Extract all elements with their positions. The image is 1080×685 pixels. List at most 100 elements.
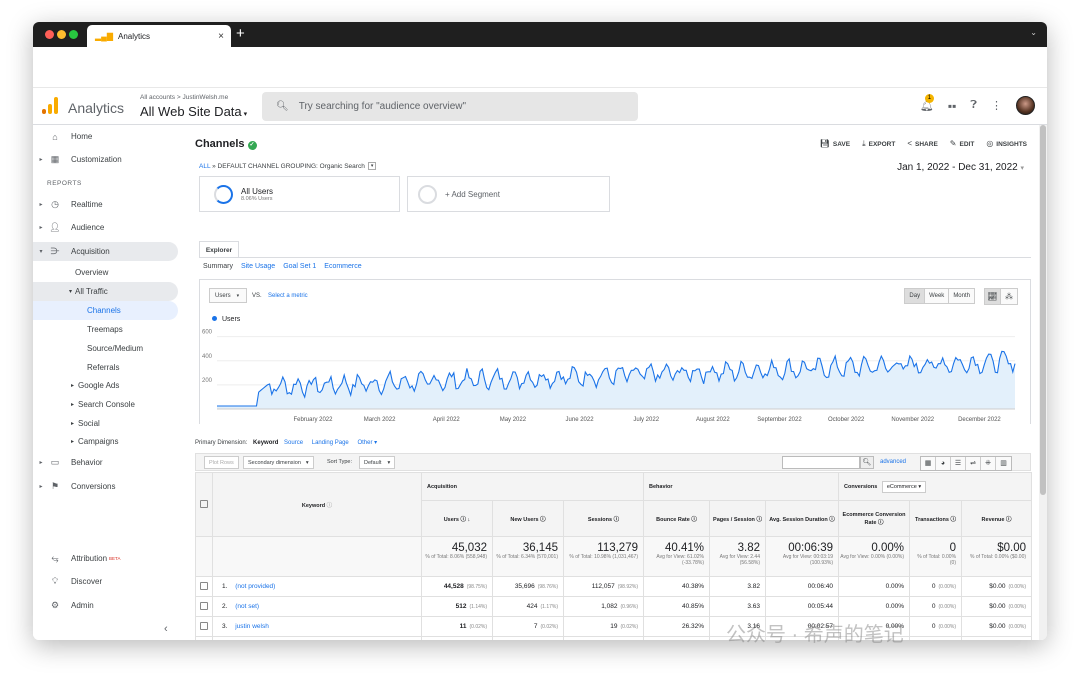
sidebar-item-overview[interactable]: Overview (75, 263, 108, 282)
select-all-checkbox[interactable] (200, 499, 208, 508)
sidebar-item-referrals[interactable]: Referrals (87, 358, 119, 377)
dimension-source[interactable]: Source (284, 440, 303, 446)
dimension-other[interactable]: Other ▾ (357, 440, 377, 446)
keyword-link[interactable]: https://www.justinwelsh.me/the-operating… (222, 640, 394, 641)
breadcrumb-dropdown-icon[interactable]: ▾ (367, 162, 377, 170)
segment-all-users[interactable]: All Users 8.06% Users (199, 176, 400, 212)
property-selector[interactable]: All Web Site Data ▾ (140, 104, 247, 119)
col-bounce-rate[interactable]: Bounce Rate ⓘ (643, 500, 710, 537)
notifications-bell-icon[interactable]: 🔔︎ 1 (920, 94, 934, 112)
browser-tab[interactable]: ▂▄▇ Analytics × (87, 25, 231, 47)
conversion-type-select[interactable]: eCommerce ▾ (881, 480, 927, 493)
new-tab-button[interactable]: + (236, 25, 245, 43)
keyword-link[interactable]: (not provided) (235, 583, 275, 590)
page-scrollbar[interactable] (1039, 125, 1047, 640)
col-users[interactable]: Users ⓘ ↓ (421, 500, 493, 537)
sidebar-item-admin[interactable]: ⚙ Admin (33, 596, 94, 615)
account-breadcrumb[interactable]: All accounts > JustinWelsh.me (140, 94, 228, 101)
col-pages-session[interactable]: Pages / Session ⓘ (709, 500, 766, 537)
metric-select[interactable]: Users ▾ (209, 288, 247, 303)
sidebar-item-search-console[interactable]: ▸ Search Console (71, 395, 135, 414)
help-icon[interactable]: ❓︎ (970, 99, 977, 112)
sidebar-item-attribution[interactable]: ⥃ Attribution BETA (33, 549, 120, 568)
collapse-sidebar-icon[interactable]: ‹ (164, 623, 168, 635)
sidebar-item-conversions[interactable]: ▸ ⚑ Conversions (33, 477, 115, 496)
month-button[interactable]: Month (949, 289, 974, 303)
subtab-ecommerce[interactable]: Ecommerce (324, 263, 361, 270)
dimension-landing-page[interactable]: Landing Page (312, 440, 349, 446)
sidebar-item-channels[interactable]: Channels (33, 301, 178, 320)
plot-rows-button[interactable]: Plot Rows (204, 456, 239, 469)
bar-view-icon[interactable]: ☰ (951, 457, 966, 470)
col-keyword[interactable]: Keyword ⓘ (212, 472, 422, 537)
sessions-cell: 19 (0.02%) (563, 616, 644, 637)
col-ecommerce-conversion-rate[interactable]: Ecommerce Conversion Rate ⓘ (838, 500, 911, 537)
sidebar-item-realtime[interactable]: ▸ ◷ Realtime (33, 195, 102, 214)
tab-explorer[interactable]: Explorer (199, 241, 239, 258)
sidebar-item-acquisition[interactable]: ▾ ⋺ Acquisition (33, 242, 178, 261)
col-transactions[interactable]: Transactions ⓘ (909, 500, 963, 537)
week-button[interactable]: Week (925, 289, 950, 303)
sidebar-item-treemaps[interactable]: Treemaps (87, 320, 123, 339)
table-search-input[interactable] (782, 456, 860, 469)
subtab-site-usage[interactable]: Site Usage (241, 263, 275, 270)
col-revenue[interactable]: Revenue ⓘ (961, 500, 1033, 537)
table-row[interactable]: 3. justin welsh 11 (0.02%) 7 (0.02%) 19 (0.02%… (195, 616, 1033, 637)
sidebar-item-discover[interactable]: 💡︎ Discover (33, 572, 102, 591)
sidebar-item-google-ads[interactable]: ▸ Google Ads (71, 376, 119, 395)
tab-close-icon[interactable]: × (218, 31, 224, 42)
table-row[interactable]: 1. (not provided) 44,528 (98.75%) 35,696 (98… (195, 576, 1033, 597)
search-input[interactable]: 🔍︎ Try searching for "audience overview" (262, 92, 638, 121)
close-window-icon[interactable] (45, 30, 54, 39)
sidebar-item-source-medium[interactable]: Source/Medium (87, 339, 143, 358)
sidebar-item-customization[interactable]: ▸ ▦ Customization (33, 150, 121, 169)
share-button[interactable]: < SHARE (907, 139, 937, 149)
avatar[interactable] (1016, 96, 1035, 115)
day-button[interactable]: Day (905, 289, 926, 303)
keyword-link[interactable]: (not set) (235, 603, 259, 610)
col-avg-session-duration[interactable]: Avg. Session Duration ⓘ (764, 500, 840, 537)
row-checkbox[interactable] (200, 581, 208, 590)
comparison-view-icon[interactable]: ⇌ (966, 457, 981, 470)
add-segment-button[interactable]: + Add Segment (407, 176, 610, 212)
export-button[interactable]: ⤓ EXPORT (862, 139, 895, 149)
maximize-window-icon[interactable] (69, 30, 78, 39)
users-line-chart: 200 400 600 February 2022 March 2022 April 20… (202, 330, 1016, 423)
save-button[interactable]: 💾︎ SAVE (820, 139, 850, 149)
subtab-summary[interactable]: Summary (203, 263, 233, 270)
col-new-users[interactable]: New Users ⓘ (492, 500, 564, 537)
row-checkbox[interactable] (200, 621, 208, 630)
select-metric-link[interactable]: Select a metric (268, 293, 308, 299)
more-vert-icon[interactable]: ⋮ (991, 99, 1002, 112)
breadcrumb-all-link[interactable]: ALL (199, 163, 210, 170)
sort-type-select[interactable]: Default ▾ (359, 456, 396, 469)
sidebar-item-audience[interactable]: ▸ 👤︎ Audience (33, 218, 104, 237)
motion-chart-icon[interactable]: ⁂ (1001, 289, 1017, 304)
insights-button[interactable]: ◎ INSIGHTS (986, 139, 1027, 149)
term-cloud-icon[interactable]: ⁜ (981, 457, 996, 470)
date-range-picker[interactable]: Jan 1, 2022 - Dec 31, 2022 ▾ (897, 162, 1024, 173)
apps-grid-icon[interactable]: ▪▪ (948, 99, 957, 113)
row-checkbox[interactable] (200, 601, 208, 610)
sidebar-item-campaigns[interactable]: ▸ Campaigns (71, 432, 118, 451)
sidebar-item-social[interactable]: ▸ Social (71, 414, 100, 433)
secondary-dimension-select[interactable]: Secondary dimension ▾ (243, 456, 314, 469)
table-row[interactable]: 2. (not set) 512 (1.14%) 424 (1.17%) 1,082 (0.… (195, 596, 1033, 617)
table-row[interactable]: 4. https://www.justinwelsh.me/the-operat… (195, 636, 1033, 641)
minimize-window-icon[interactable] (57, 30, 66, 39)
sidebar-item-behavior[interactable]: ▸ ▭ Behavior (33, 453, 102, 472)
keyword-link[interactable]: justin welsh (235, 623, 269, 630)
edit-button[interactable]: ✎ EDIT (950, 139, 975, 149)
tab-list-chevron-icon[interactable]: ⌄ (1030, 28, 1037, 37)
dimension-keyword[interactable]: Keyword (253, 440, 278, 446)
line-chart-icon[interactable]: 📈︎ (985, 289, 1001, 304)
col-sessions[interactable]: Sessions ⓘ (563, 500, 644, 537)
pivot-view-icon[interactable]: ▥ (996, 457, 1011, 470)
sidebar-item-all-traffic[interactable]: ▾ All Traffic (33, 282, 178, 301)
table-search-icon[interactable]: 🔍︎ (860, 456, 874, 469)
pie-view-icon[interactable]: ◕ (936, 457, 951, 470)
table-view-icon[interactable]: ▦ (921, 457, 936, 470)
advanced-filter-link[interactable]: advanced (880, 459, 906, 465)
subtab-goal-set-1[interactable]: Goal Set 1 (283, 263, 316, 270)
sidebar-item-home[interactable]: ⌂ Home (33, 127, 92, 146)
